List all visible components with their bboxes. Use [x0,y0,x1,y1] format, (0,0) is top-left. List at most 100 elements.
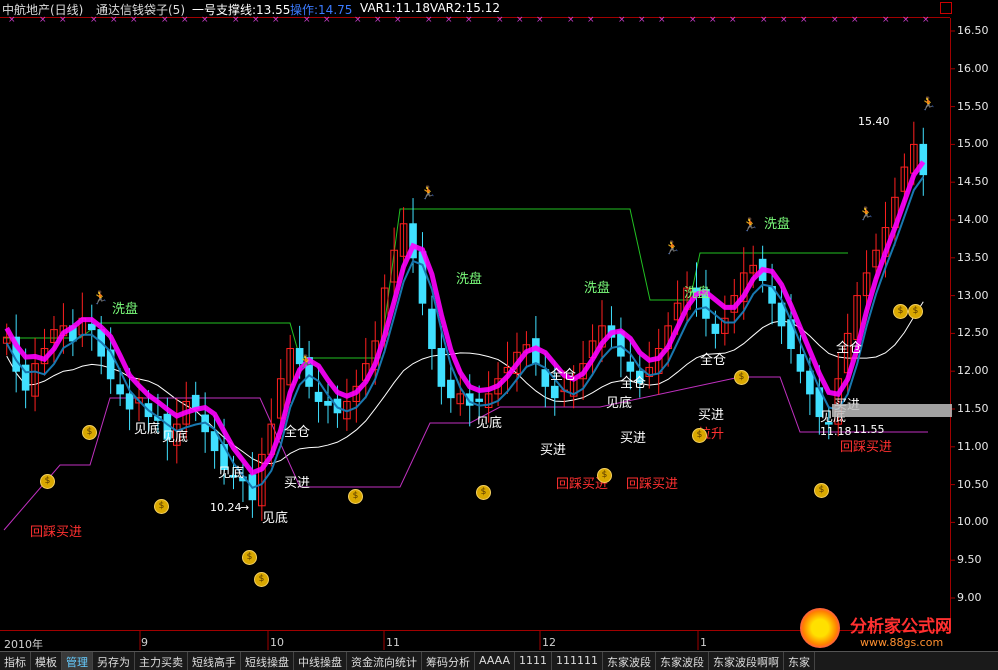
operate-label: 操作:14.75 [290,3,353,17]
marker-x: × [760,15,768,25]
indicator-tab[interactable]: 另存为 [93,652,135,670]
money-bag-icon: $ [597,468,612,483]
candle-body [447,379,455,399]
marker-x: × [882,15,890,25]
y-tick-label: 11.50 [957,402,989,415]
date-label: 2010年 [4,638,43,651]
indicator-tab[interactable]: AAAA [475,652,516,670]
date-label: 9 [141,636,148,649]
y-tick-label: 9.00 [957,591,982,604]
huicai-label: 回踩买进 [30,525,83,540]
indicator-tab[interactable]: 指标 [0,652,31,670]
maijin-label: 买进 [540,443,567,458]
money-bag-icon: $ [82,425,97,440]
flower-logo-icon [800,608,840,648]
candle-body [550,385,559,399]
money-bag-icon: $ [242,550,257,565]
date-label: 1 [700,636,707,649]
indicator-tab[interactable]: 主力买卖 [135,652,188,670]
money-bag-icon: $ [908,304,923,319]
money-bag-icon: $ [893,304,908,319]
candle-body [314,391,323,402]
y-tick-label: 11.00 [957,439,989,453]
money-bag-icon: $ [476,485,491,500]
low-price-label: 10.24 [210,501,242,514]
indicator-tab[interactable]: 东家波段 [656,652,710,670]
y-tick-label: 13.00 [957,288,989,302]
date-label: 10 [270,636,284,649]
runner-icon: 🏃 [920,97,937,112]
candle-body [87,323,96,331]
indicator-tab[interactable]: 短线操盘 [241,652,294,670]
marker-x: × [800,15,808,25]
marker-x: × [689,15,697,25]
mid-low-label: 11.18 [820,425,852,438]
indicator-tab[interactable]: 111111 [552,652,604,670]
date-label: 11 [386,636,400,649]
marker-x: × [658,15,666,25]
candle-body [626,361,635,372]
money-bag-icon: $ [40,474,55,489]
quancang-label: 全仓 [550,368,577,383]
stock-title: 中航地产(日线) [2,3,84,17]
indicator-tab[interactable]: 模板 [31,652,62,670]
jiandi-label: 见底 [606,396,633,411]
indicator-tab[interactable]: 筹码分析 [422,652,475,670]
runner-icon: 🏃 [420,186,437,201]
marker-x: × [567,15,575,25]
xipan-label: 洗盘 [584,281,611,296]
runner-icon: 🏃 [298,355,315,370]
indicator-tab[interactable]: 东家波段 [603,652,657,670]
marker-x: × [587,15,595,25]
indicator-tab[interactable]: 短线高手 [188,652,241,670]
jiandi-label: 见底 [134,422,161,437]
y-tick-label: 16.50 [957,24,989,37]
candle-body [437,348,446,387]
candle-body [475,398,483,402]
candle-body [125,393,134,410]
var2-label: VAR2:15.12 [430,1,501,15]
xipan-label: 洗盘 [112,302,139,317]
y-tick-label: 15.00 [957,137,989,151]
jiandi-label: 见底 [476,416,503,431]
indicator-tab[interactable]: 资金流向统计 [347,652,422,670]
indicator-tab[interactable]: 中线操盘 [294,652,347,670]
marker-x: × [851,15,859,25]
y-tick-label: 10.00 [957,515,989,529]
maijin-label: 买进 [284,476,311,491]
money-bag-icon: $ [254,572,269,587]
jiandi-label: 见底 [262,511,289,526]
runner-icon: 🏃 [92,291,109,306]
watermark: 分析家公式网 www.88gs.com [800,606,996,656]
date-label: 12 [542,636,556,649]
money-bag-icon: $ [348,489,363,504]
marker-x: × [729,15,737,25]
indicator-tab[interactable]: 东家波段啊啊 [709,652,785,670]
last-low-label: 11.55 [853,423,885,436]
quancang-label: 全仓 [700,353,727,368]
indicator-name: 通达信钱袋子(5) [96,3,185,17]
candle-body [428,308,436,350]
candle-body [324,400,332,406]
maijin-label: 买进 [620,431,647,446]
indicator-tab[interactable]: 东家 [784,652,816,670]
money-bag-icon: $ [154,499,169,514]
price-chart: × × × × × × × × × × × × × × × × × × × × × × × × × × × × × × × × × × × × × × × [0,15,955,650]
indicator-tab[interactable]: 管理 [62,652,93,670]
runner-icon: 🏃 [742,218,759,233]
candle-body [806,370,814,395]
xipan-label: 洗盘 [456,272,483,287]
y-tick-label: 15.50 [957,99,989,113]
indicator-tab[interactable]: 1111 [515,652,553,670]
window-close-icon[interactable] [940,2,952,14]
quancang-label: 全仓 [284,425,311,440]
indicator-tab-bar: 指标 模板 管理 另存为 主力买卖 短线高手 短线操盘 中线操盘 资金流向统计 筹码分析 AAAA 1… [0,651,998,670]
maijin-label: 买进 [698,408,725,423]
quancang-label: 全仓 [836,341,863,356]
marker-x: × [638,15,646,25]
candle-body [116,384,124,395]
marker-x: × [536,15,544,25]
runner-icon: 🏃 [664,241,681,256]
marker-x: × [709,15,717,25]
candle-body [711,323,720,334]
